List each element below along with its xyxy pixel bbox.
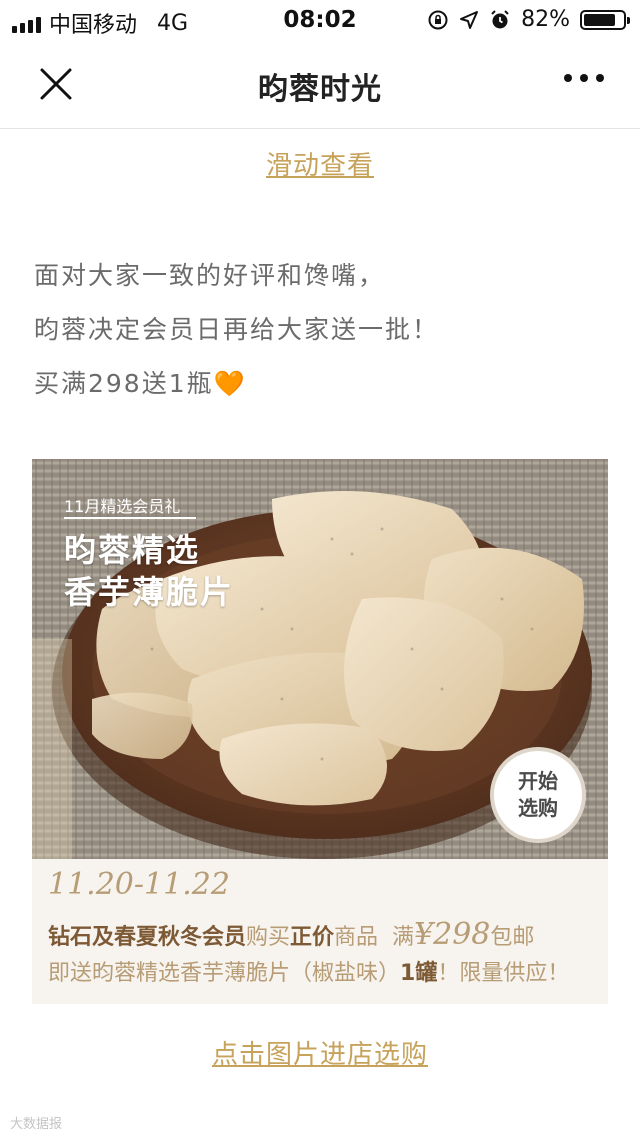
intro-line-1: 面对大家一致的好评和馋嘴， [34,261,386,290]
promo-date-range: 11.20-11.22 [48,867,230,902]
intro-line-3-text: 买满298送1瓶 [34,369,214,398]
gift-text: 即送昀蓉精选香芋薄脆片（椒盐味） [48,961,401,986]
offer-members: 钻石及春夏秋冬会员 [48,925,247,950]
status-right: 82% [427,7,630,32]
start-button-line-2: 选购 [518,796,558,820]
watermark: 大数据报 [10,1113,62,1132]
alarm-icon [491,9,509,28]
promo-brand: 昀蓉精选 [64,531,201,569]
battery-percent: 82% [521,7,570,32]
intro-line-3: 买满298送1瓶🧡 [34,364,247,400]
heart-icon: 🧡 [213,369,247,398]
promo-product: 香芋薄脆片 [64,573,235,611]
location-arrow-icon [460,10,479,29]
tagline-divider [64,517,196,519]
gift-qty: 1罐 [400,961,438,986]
watermark-text: 大数据报 [10,1117,63,1132]
battery-icon [580,9,630,30]
intro-line-2: 昀蓉决定会员日再给大家送一批！ [34,315,440,344]
offer-goods: 商品 满 [334,925,415,950]
battery-fill [584,13,616,26]
nav-bar: 昀蓉时光 [0,40,640,129]
promo-offer-line: 钻石及春夏秋冬会员购买正价商品 满¥298包邮 [48,917,534,952]
start-shopping-button[interactable]: 开始 选购 [490,747,586,843]
promo-gift-line: 即送昀蓉精选香芋薄脆片（椒盐味）1罐！限量供应！ [48,955,569,987]
scroll-hint-link[interactable]: 滑动查看 [0,145,640,182]
offer-price: ¥298 [414,917,491,952]
page-title: 昀蓉时光 [258,72,382,107]
rotation-lock-icon [428,10,448,29]
offer-free-ship: 包邮 [490,925,535,950]
promo-banner[interactable]: 11月精选会员礼 昀蓉精选 香芋薄脆片 开始 选购 11.20-11.22 钻石… [32,459,608,1004]
offer-buy: 购买 [246,925,291,950]
promo-tagline: 11月精选会员礼 [64,497,181,516]
offer-regular: 正价 [290,925,335,950]
gift-limited: ！限量供应！ [437,961,570,986]
enter-store-link[interactable]: 点击图片进店选购 [0,1034,640,1071]
start-button-line-1: 开始 [518,769,558,793]
status-bar: 中国移动 4G 08:02 82% [0,0,640,40]
more-icon[interactable] [564,74,604,82]
promo-details: 11.20-11.22 钻石及春夏秋冬会员购买正价商品 满¥298包邮 即送昀蓉… [32,859,608,1004]
